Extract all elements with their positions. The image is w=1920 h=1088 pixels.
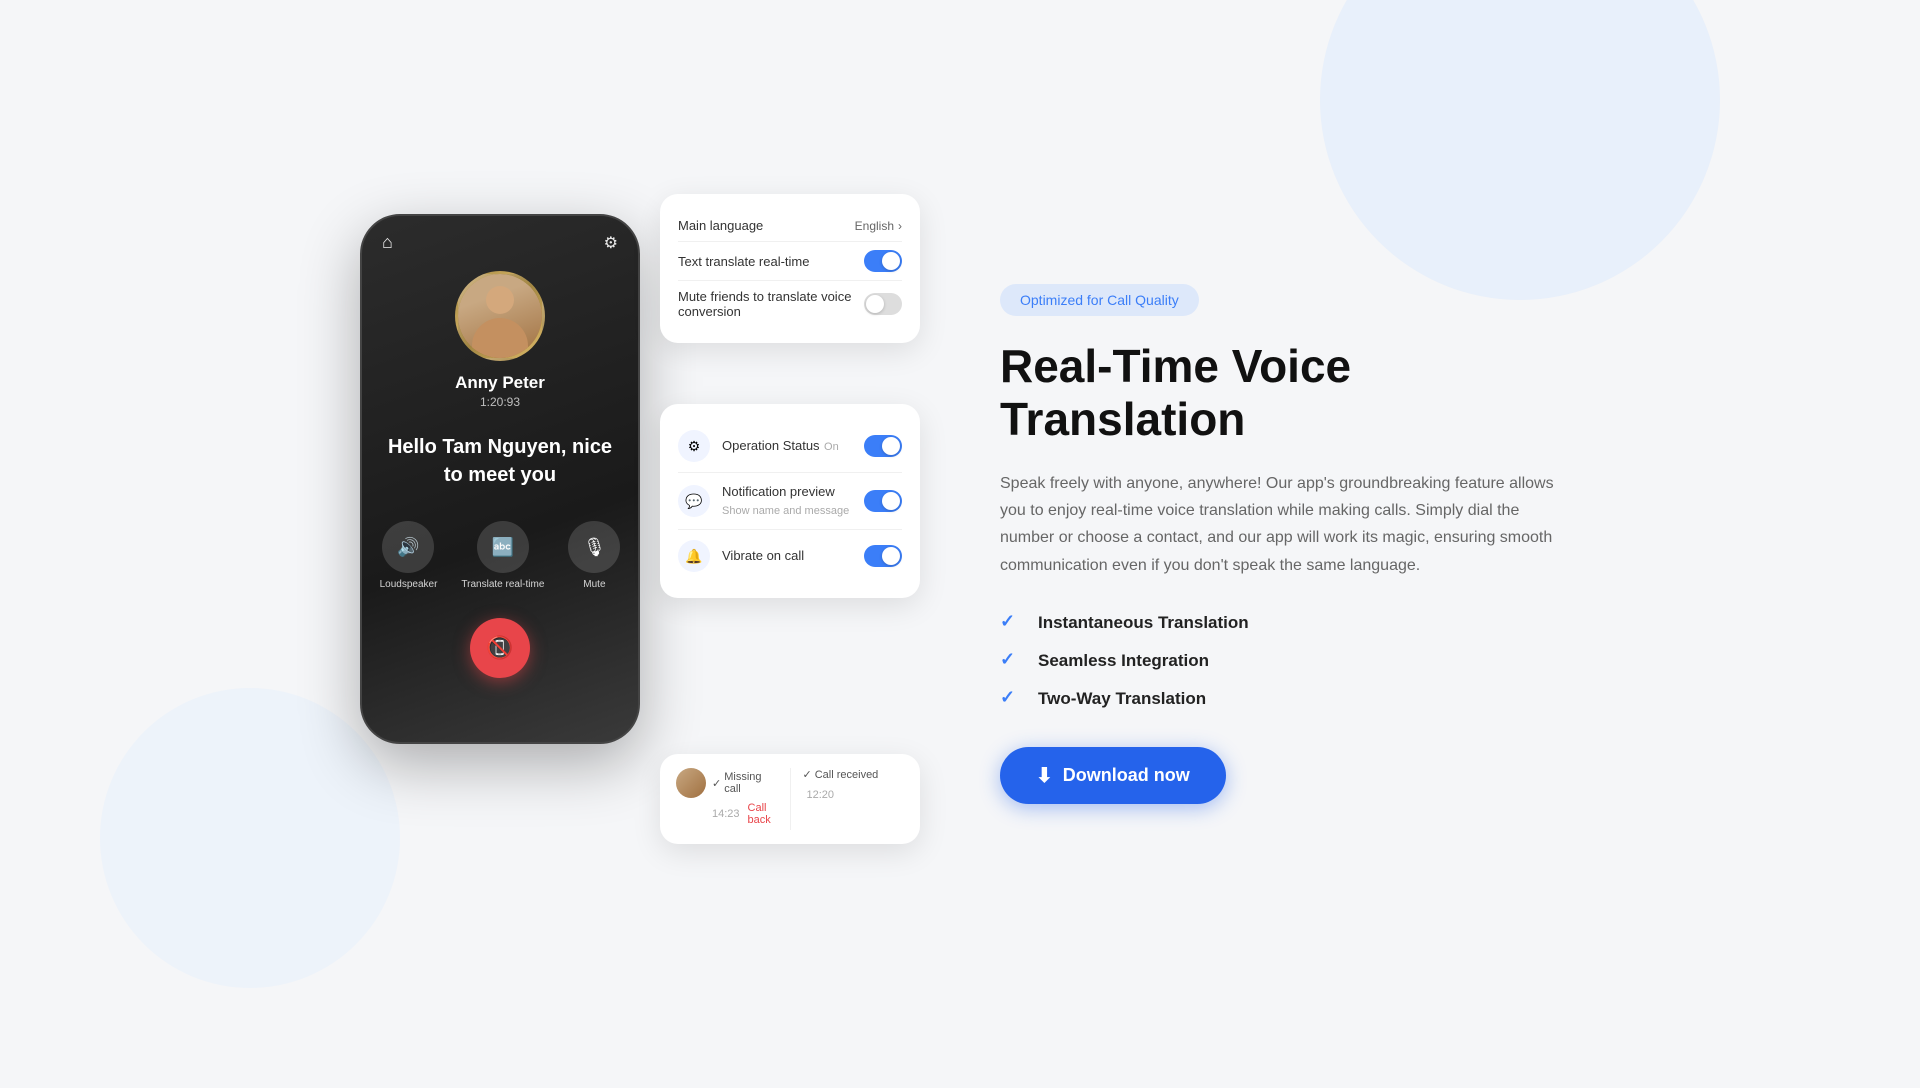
right-section: Optimized for Call Quality Real-Time Voi…	[1000, 284, 1560, 804]
translate-icon: 🔤	[477, 521, 529, 573]
page-wrapper: ⌂ ⚙ Anny Peter 1:20:93 Hello Tam Nguyen,…	[0, 0, 1920, 1088]
notification-preview-row: 💬 Notification preview Show name and mes…	[678, 473, 902, 530]
missed-call-meta: 14:23 Call back	[676, 802, 778, 826]
mute-icon: 🎙	[568, 521, 620, 573]
translate-control[interactable]: 🔤 Translate real-time	[461, 521, 544, 590]
missed-call-time: 14:23	[712, 808, 740, 820]
settings-icon: ⚙	[604, 233, 618, 253]
mute-control[interactable]: 🎙 Mute	[568, 521, 620, 590]
phone-top-bar: ⌂ ⚙	[362, 216, 638, 261]
received-call-entry: ✓ Call received 12:20	[790, 768, 905, 830]
operation-status-icon: ⚙	[678, 430, 710, 462]
notification-preview-toggle[interactable]	[864, 490, 902, 512]
vibrate-toggle[interactable]	[864, 545, 902, 567]
vibrate-row: 🔔 Vibrate on call	[678, 530, 902, 582]
home-icon: ⌂	[382, 232, 393, 253]
call-history-card: ✓ Missing call 14:23 Call back ✓ Call re…	[660, 754, 920, 844]
download-button[interactable]: ⬇ Download now	[1000, 747, 1226, 804]
notification-preview-sub: Show name and message	[722, 505, 849, 517]
mute-label: Mute	[583, 579, 605, 590]
missed-call-entry: ✓ Missing call 14:23 Call back	[676, 768, 778, 830]
avatar	[455, 271, 545, 361]
caller-avatar-image	[458, 274, 542, 358]
checkmark-icon-0: ✓	[1000, 611, 1024, 635]
mute-friends-row: Mute friends to translate voice conversi…	[678, 281, 902, 327]
text-translate-toggle[interactable]	[864, 250, 902, 272]
notification-preview-icon: 💬	[678, 485, 710, 517]
feature-label-1: Seamless Integration	[1038, 651, 1209, 671]
hero-description: Speak freely with anyone, anywhere! Our …	[1000, 470, 1560, 579]
vibrate-text: Vibrate on call	[722, 547, 852, 565]
translate-label: Translate real-time	[461, 579, 544, 590]
main-language-row: Main language English ›	[678, 210, 902, 242]
operation-status-text: Operation Status On	[722, 437, 852, 455]
checkmark-icon-2: ✓	[1000, 687, 1024, 711]
feature-label-2: Two-Way Translation	[1038, 689, 1206, 709]
loudspeaker-icon: 🔊	[382, 521, 434, 573]
main-language-label: Main language	[678, 218, 763, 233]
operation-status-row: ⚙ Operation Status On	[678, 420, 902, 473]
missed-call-top: ✓ Missing call	[676, 768, 778, 798]
vibrate-title: Vibrate on call	[722, 548, 804, 563]
caller-name: Anny Peter	[455, 373, 545, 393]
loudspeaker-control[interactable]: 🔊 Loudspeaker	[380, 521, 438, 590]
text-translate-label: Text translate real-time	[678, 254, 810, 269]
operation-status-toggle[interactable]	[864, 435, 902, 457]
notification-preview-title: Notification preview	[722, 484, 835, 499]
person-silhouette	[465, 278, 535, 358]
feature-item-0: ✓ Instantaneous Translation	[1000, 611, 1560, 635]
feature-label-0: Instantaneous Translation	[1038, 613, 1249, 633]
person-head	[486, 286, 514, 314]
operation-status-sub: On	[824, 441, 839, 453]
text-translate-row: Text translate real-time	[678, 242, 902, 281]
feature-item-2: ✓ Two-Way Translation	[1000, 687, 1560, 711]
main-language-value: English ›	[855, 219, 902, 233]
left-section: ⌂ ⚙ Anny Peter 1:20:93 Hello Tam Nguyen,…	[360, 184, 920, 904]
call-back-link[interactable]: Call back	[748, 802, 778, 826]
person-body	[472, 318, 528, 358]
quality-badge: Optimized for Call Quality	[1000, 284, 1199, 316]
notification-preview-text: Notification preview Show name and messa…	[722, 483, 852, 519]
vibrate-icon: 🔔	[678, 540, 710, 572]
notifications-card: ⚙ Operation Status On 💬 Notification pre…	[660, 404, 920, 598]
received-call-meta: 12:20	[803, 785, 905, 803]
call-message: Hello Tam Nguyen, nice to meet you	[382, 433, 618, 489]
feature-item-1: ✓ Seamless Integration	[1000, 649, 1560, 673]
checkmark-icon-1: ✓	[1000, 649, 1024, 673]
call-duration: 1:20:93	[480, 395, 520, 409]
translation-settings-card: Main language English › Text translate r…	[660, 194, 920, 343]
missed-call-badge: ✓ Missing call	[712, 771, 778, 795]
mute-friends-label: Mute friends to translate voice conversi…	[678, 289, 864, 319]
mute-friends-toggle[interactable]	[864, 293, 902, 315]
download-icon: ⬇	[1036, 763, 1053, 788]
phone-mockup: ⌂ ⚙ Anny Peter 1:20:93 Hello Tam Nguyen,…	[360, 214, 640, 744]
received-call-badge: ✓ Call received	[803, 768, 879, 781]
loudspeaker-label: Loudspeaker	[380, 579, 438, 590]
received-call-top: ✓ Call received	[803, 768, 905, 781]
features-list: ✓ Instantaneous Translation ✓ Seamless I…	[1000, 611, 1560, 711]
end-call-button[interactable]: 📵	[470, 618, 530, 678]
page-title: Real-Time Voice Translation	[1000, 340, 1560, 446]
phone-controls: 🔊 Loudspeaker 🔤 Translate real-time 🎙 Mu…	[380, 521, 621, 590]
received-call-time: 12:20	[807, 789, 835, 801]
operation-status-title: Operation Status	[722, 438, 820, 453]
download-button-label: Download now	[1063, 765, 1190, 786]
missed-call-avatar	[676, 768, 706, 798]
